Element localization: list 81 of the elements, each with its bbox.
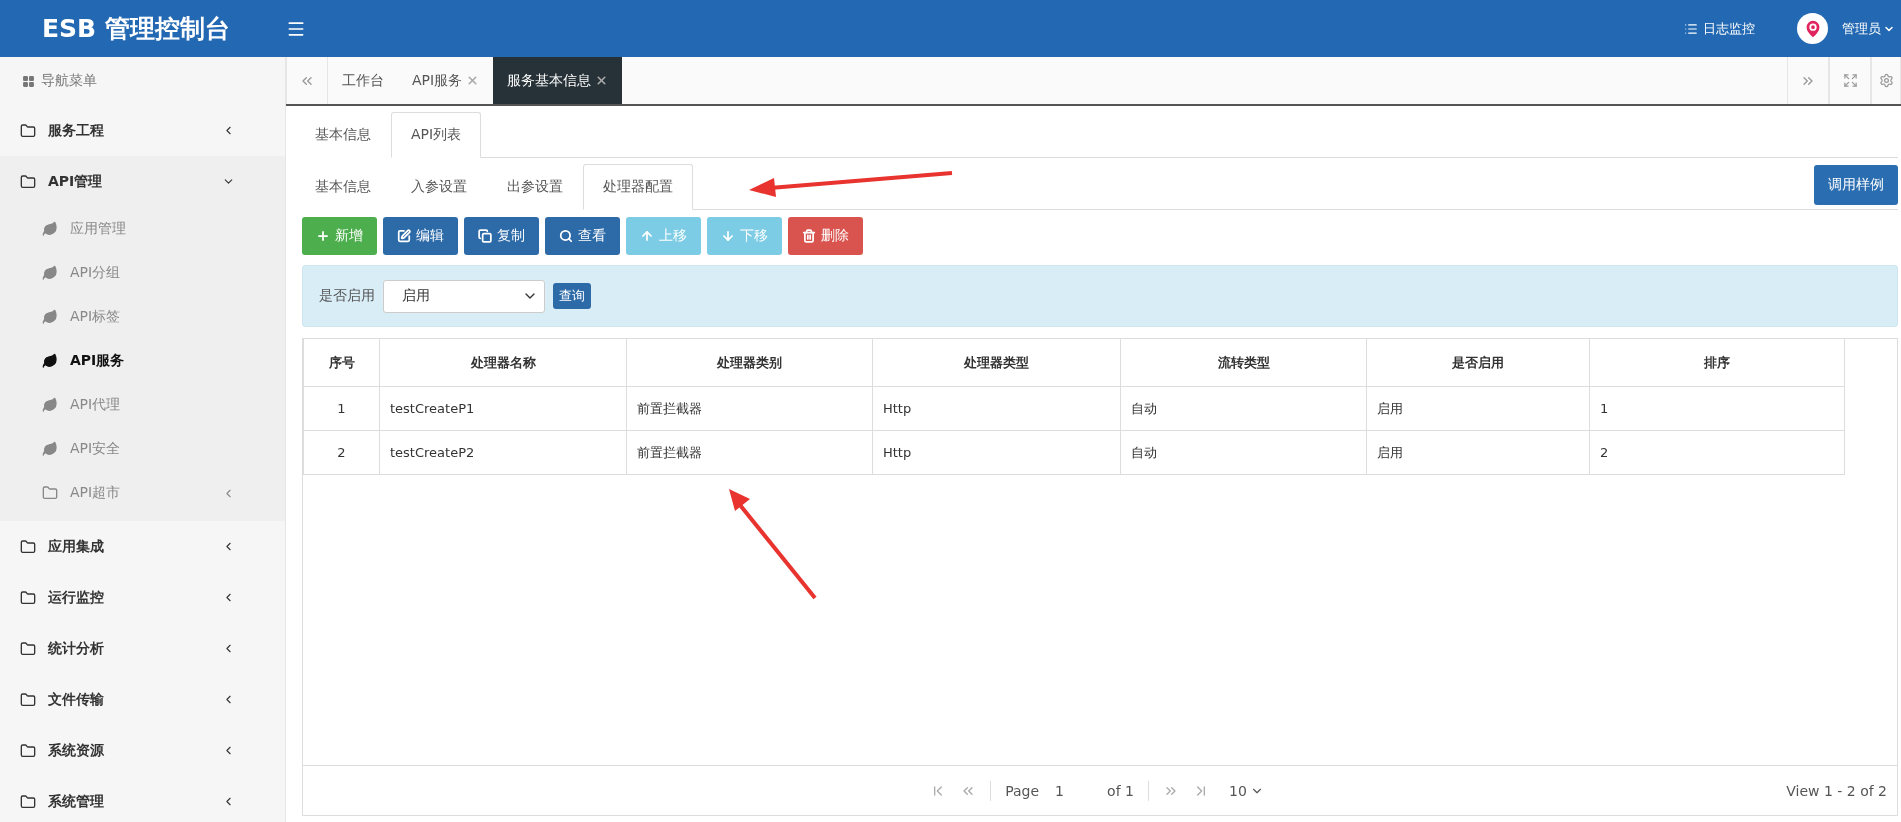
folder-icon	[20, 122, 36, 139]
column-header: 处理器类型	[873, 339, 1121, 387]
column-header: 流转类型	[1121, 339, 1367, 387]
table-cell: 2	[1590, 431, 1845, 475]
page-tab[interactable]: API服务	[398, 57, 494, 104]
copy-icon	[478, 229, 492, 243]
edit-button[interactable]: 编辑	[383, 217, 458, 255]
page-count: of 1	[1107, 782, 1134, 799]
table-cell: testCreateP2	[380, 431, 627, 475]
scroll-right-button[interactable]	[1787, 57, 1829, 104]
sidebar-title: 导航菜单	[41, 72, 97, 90]
tab[interactable]: API列表	[391, 112, 482, 158]
sidebar-item[interactable]: 文件传输	[0, 674, 285, 725]
table-cell: 前置拦截器	[627, 387, 873, 431]
log-monitor-link[interactable]: 日志监控	[1684, 19, 1755, 38]
folder-icon	[20, 538, 36, 555]
table-cell: Http	[873, 387, 1121, 431]
fullscreen-button[interactable]	[1829, 57, 1871, 104]
table-cell: Http	[873, 431, 1121, 475]
table-cell: 自动	[1121, 431, 1367, 475]
page-label: Page	[1005, 782, 1040, 799]
table-cell: 1	[1590, 387, 1845, 431]
leaf-icon	[42, 265, 58, 281]
settings-button[interactable]	[1871, 57, 1901, 104]
records-summary: View 1 - 2 of 2	[1786, 782, 1887, 799]
copy-button[interactable]: 复制	[464, 217, 539, 255]
query-button[interactable]: 查询	[553, 283, 591, 309]
sidebar-item[interactable]: API服务	[0, 339, 285, 383]
folder-icon	[42, 485, 58, 501]
sidebar-item[interactable]: 系统管理	[0, 776, 285, 822]
folder-icon	[20, 640, 36, 657]
column-header: 处理器名称	[380, 339, 627, 387]
folder-icon	[20, 742, 36, 759]
leaf-icon	[42, 221, 58, 237]
folder-icon	[20, 691, 36, 708]
page-input[interactable]: 1	[1053, 781, 1094, 800]
sidebar-item[interactable]: 统计分析	[0, 623, 285, 674]
settings-icon	[1878, 73, 1894, 88]
grid-icon	[22, 74, 35, 88]
plus-icon	[316, 229, 330, 243]
scroll-left-button[interactable]	[286, 57, 328, 104]
page-tab[interactable]: 服务基本信息	[493, 57, 623, 104]
page-tab[interactable]: 工作台	[328, 57, 398, 104]
sidebar-item[interactable]: 服务工程	[0, 105, 285, 156]
column-header: 处理器类别	[627, 339, 873, 387]
edit-icon	[397, 229, 411, 243]
table-cell: 前置拦截器	[627, 431, 873, 475]
sidebar-item[interactable]: 运行监控	[0, 572, 285, 623]
folder-icon	[20, 589, 36, 606]
user-menu[interactable]: 管理员	[1842, 19, 1895, 38]
tab[interactable]: 处理器配置	[583, 164, 693, 210]
folder-icon	[20, 793, 36, 810]
view-button[interactable]: 查看	[545, 217, 620, 255]
list-icon	[1684, 21, 1698, 36]
expand-icon	[1842, 73, 1858, 88]
leaf-icon	[42, 309, 58, 325]
avatar[interactable]	[1797, 13, 1828, 44]
table-cell: 1	[304, 387, 380, 431]
table-cell: 2	[304, 431, 380, 475]
leaf-icon	[42, 397, 58, 413]
leaf-icon	[42, 353, 58, 369]
status-select[interactable]: 启用	[383, 279, 545, 313]
table-cell: 自动	[1121, 387, 1367, 431]
column-header: 序号	[304, 339, 380, 387]
leaf-icon	[42, 441, 58, 457]
column-header: 排序	[1590, 339, 1845, 387]
filter-label: 是否启用	[319, 287, 375, 305]
table-cell: testCreateP1	[380, 387, 627, 431]
page-size-select[interactable]: 10	[1222, 781, 1270, 800]
sidebar-item[interactable]: 系统资源	[0, 725, 285, 776]
delete-button[interactable]: 删除	[788, 217, 863, 255]
folder-icon	[20, 173, 36, 190]
column-header: 是否启用	[1367, 339, 1590, 387]
sample-button[interactable]: 调用样例	[1814, 165, 1898, 205]
search-icon	[559, 229, 573, 243]
trash-icon	[802, 229, 816, 243]
sidebar-item[interactable]: 应用集成	[0, 521, 285, 572]
sidebar-item[interactable]: API管理	[0, 156, 285, 207]
table-cell: 启用	[1367, 387, 1590, 431]
table-cell: 启用	[1367, 431, 1590, 475]
app-title: ESB 管理控制台	[41, 13, 231, 45]
